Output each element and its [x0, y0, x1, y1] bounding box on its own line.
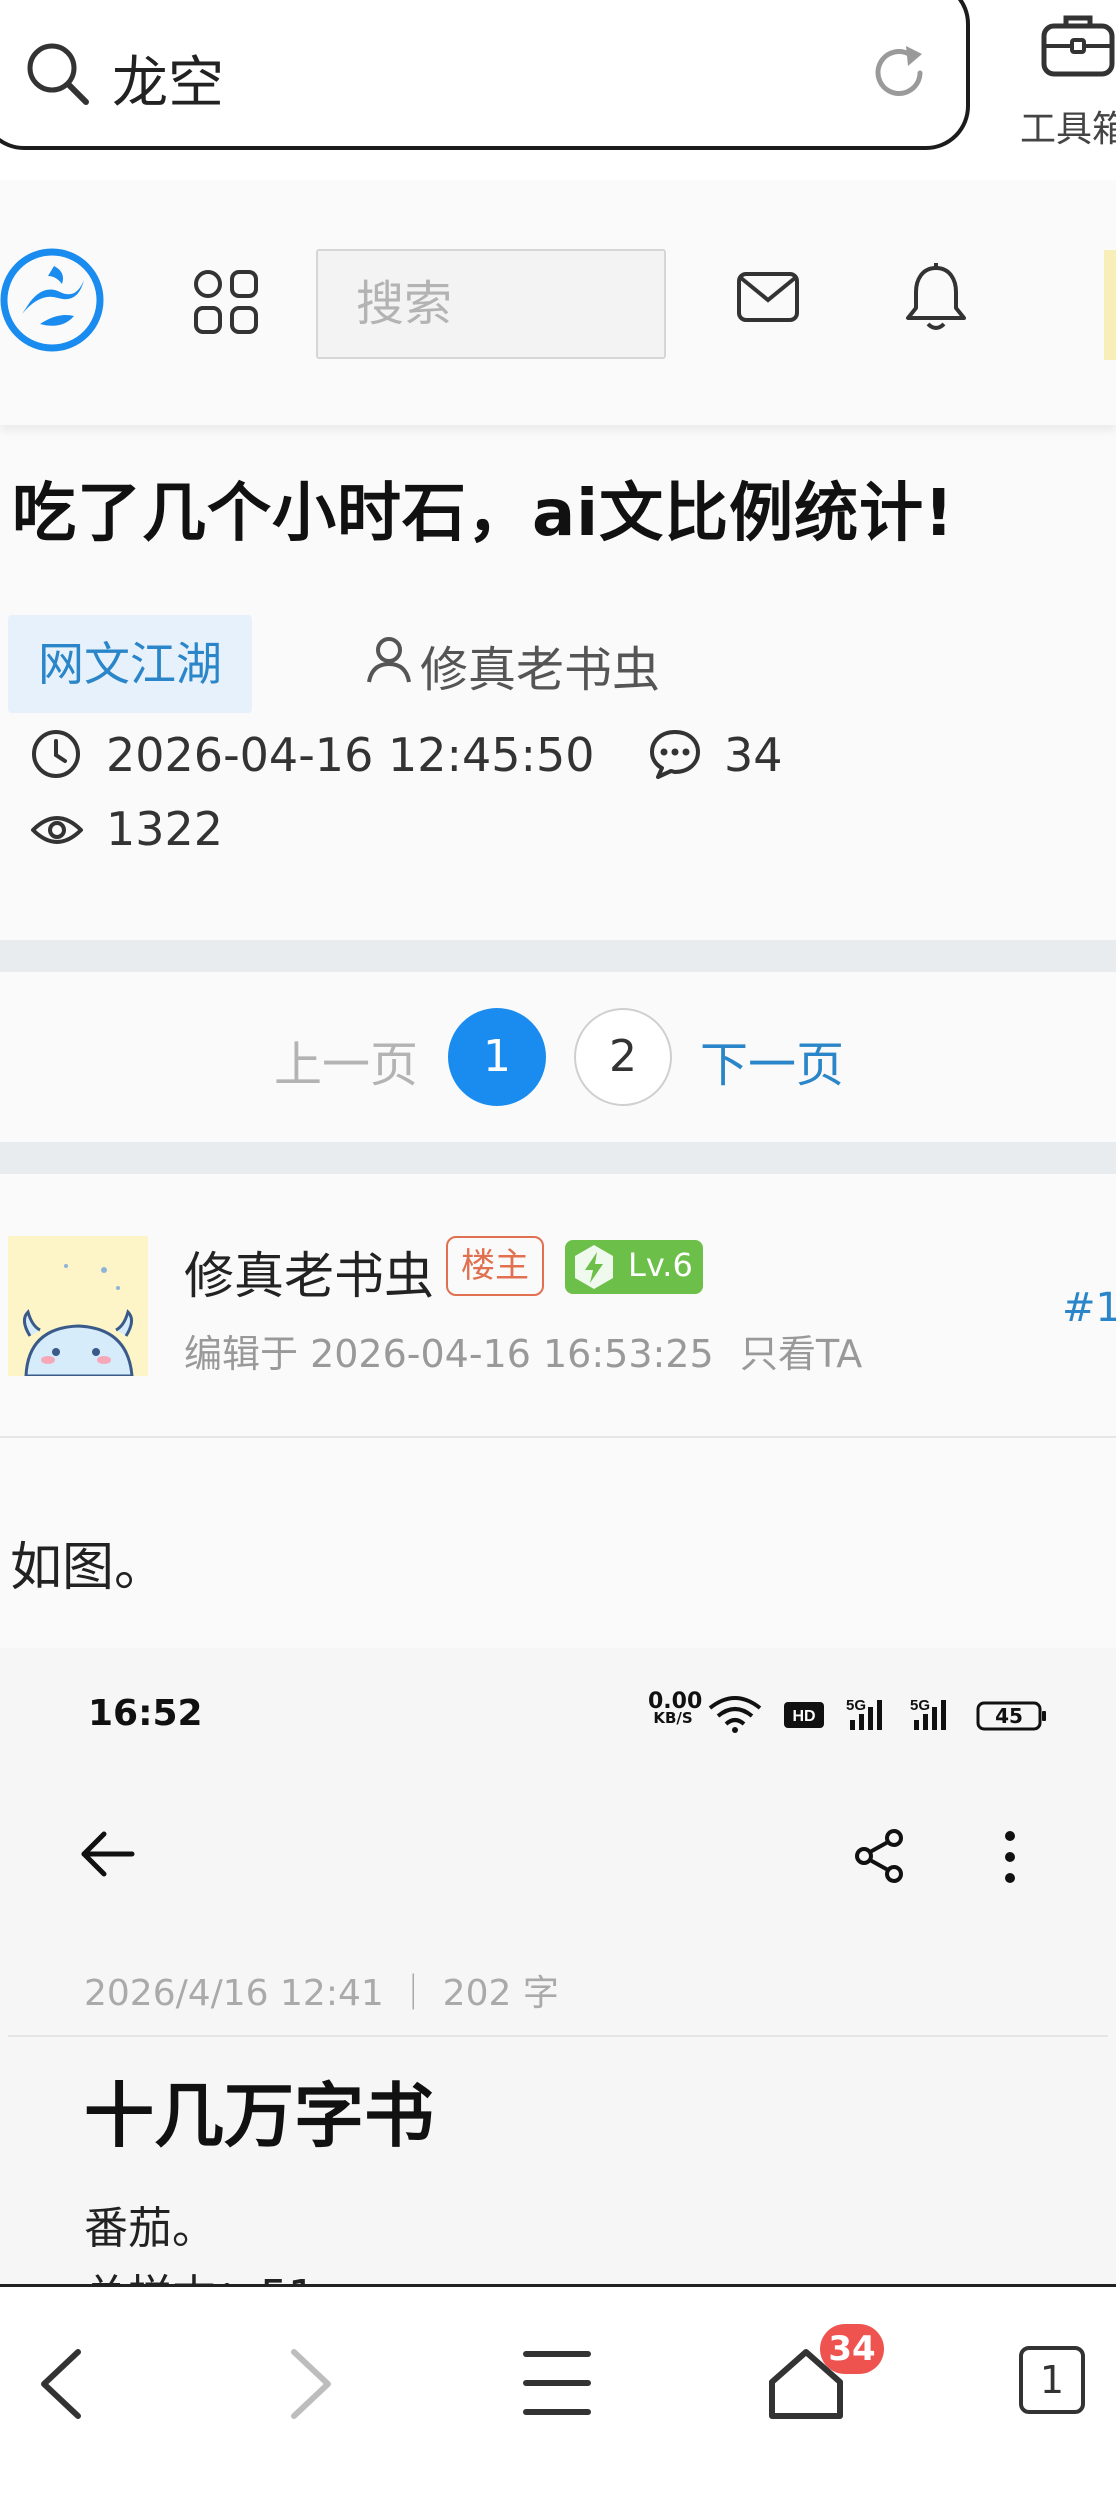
address-text[interactable]: 龙空	[112, 38, 224, 119]
net-speed: 0.00 KB/S	[648, 1690, 702, 1728]
user-icon	[366, 636, 412, 684]
floor-divider	[0, 1436, 1116, 1438]
note-line: 总样本：51	[84, 2260, 316, 2284]
back-icon[interactable]	[34, 2346, 88, 2422]
next-page-button[interactable]: 下一页	[700, 1025, 844, 1095]
svg-text:5G: 5G	[846, 1697, 866, 1714]
mail-icon[interactable]	[736, 270, 800, 326]
post-title: 吃了几个小时石，ai文比例统计!	[12, 477, 955, 551]
more-options-icon[interactable]	[998, 1828, 1022, 1886]
battery-level: 45	[995, 1704, 1023, 1728]
edit-time: 编辑于 2026-04-16 16:53:25	[184, 1332, 714, 1376]
apps-grid-icon[interactable]	[192, 268, 260, 336]
wifi-icon	[706, 1694, 764, 1734]
back-arrow-icon[interactable]	[76, 1826, 136, 1882]
level-text: Lv.6	[628, 1246, 693, 1284]
comment-icon	[648, 728, 702, 780]
level-bolt-icon	[570, 1243, 618, 1291]
header-avatar-edge[interactable]	[1104, 250, 1116, 360]
embedded-screenshot[interactable]: 16:52 0.00 KB/S HD 5G 5G 45 2026/4/16 12…	[0, 1648, 1116, 2284]
toolbox-icon[interactable]	[1040, 10, 1116, 80]
post-body-text: 如图。	[10, 1538, 167, 1598]
menu-icon[interactable]	[522, 2346, 592, 2420]
notification-badge: 34	[820, 2324, 884, 2374]
avatar[interactable]	[8, 1236, 148, 1376]
post-datetime: 2026-04-16 12:45:50	[106, 728, 595, 782]
note-title: 十几万字书	[84, 2075, 434, 2157]
section-divider	[0, 1142, 1116, 1174]
page-1-button[interactable]: 1	[448, 1008, 546, 1106]
hd-icon: HD	[784, 1702, 824, 1728]
status-time: 16:52	[88, 1693, 203, 1734]
site-search-input[interactable]	[318, 251, 664, 357]
site-logo[interactable]	[0, 242, 108, 358]
view-count: 1322	[106, 802, 224, 856]
site-search-field[interactable]	[316, 249, 666, 359]
net-speed-unit: KB/S	[653, 1709, 693, 1728]
reply-count: 34	[724, 728, 783, 782]
post-author[interactable]: 修真老书虫	[420, 630, 660, 700]
prev-page-button[interactable]: 上一页	[274, 1025, 418, 1095]
search-icon	[22, 38, 94, 110]
tab-switcher-button[interactable]: 1	[1019, 2346, 1085, 2414]
only-ta-link[interactable]: 只看TA	[740, 1323, 862, 1378]
note-divider	[8, 2035, 1108, 2037]
op-badge: 楼主	[446, 1236, 544, 1296]
svg-text:HD: HD	[792, 1708, 815, 1725]
clock-icon	[30, 728, 82, 780]
reload-icon[interactable]	[866, 40, 932, 106]
category-tag[interactable]: 网文江湖	[8, 615, 252, 713]
page-2-button[interactable]: 2	[574, 1008, 672, 1106]
note-line: 番茄。	[84, 2203, 216, 2254]
note-meta: 2026/4/16 12:41 ｜ 202 字	[84, 1973, 559, 2014]
share-icon[interactable]	[852, 1828, 908, 1884]
floor-number: #1	[1062, 1285, 1116, 1331]
section-divider	[0, 940, 1116, 972]
svg-text:5G: 5G	[910, 1697, 930, 1714]
floor-user-name[interactable]: 修真老书虫	[184, 1236, 434, 1308]
eye-icon	[30, 812, 84, 848]
forward-icon[interactable]	[284, 2346, 338, 2422]
signal-5g-icon: 5G	[910, 1694, 958, 1734]
toolbox-label[interactable]: 工具箱	[1020, 100, 1116, 152]
bell-icon[interactable]	[904, 262, 968, 332]
signal-5g-icon: 5G	[846, 1694, 894, 1734]
